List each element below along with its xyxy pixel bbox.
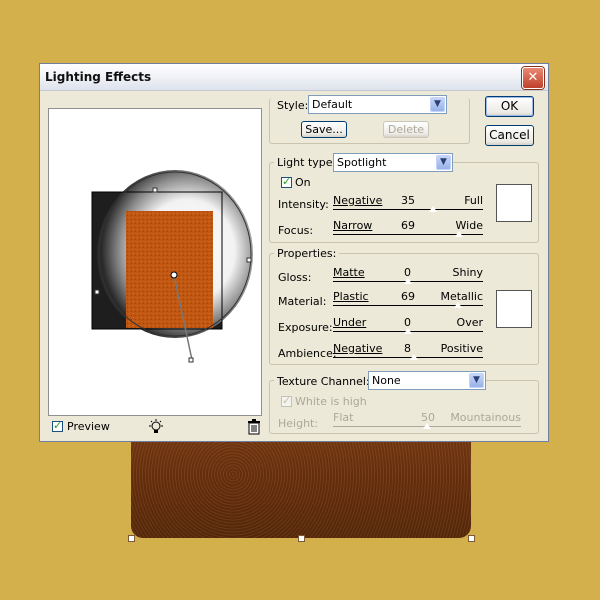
close-button[interactable]: ✕ [522,67,544,89]
save-style-button[interactable]: Save... [301,121,347,138]
intensity-thumb[interactable] [428,205,438,213]
lighting-effects-dialog: Lighting Effects ✕ ✓ Preview Style: Defa… [39,63,549,442]
cancel-button[interactable]: Cancel [485,125,534,146]
material-thumb[interactable] [453,301,463,309]
title-bar[interactable]: Lighting Effects ✕ [40,64,548,91]
cancel-label: Cancel [489,128,530,142]
light-type-select-value: Spotlight [337,156,387,169]
exposure-thumb[interactable] [403,327,413,335]
gloss-label: Gloss: [278,271,312,284]
ambient-color-swatch[interactable] [496,290,532,328]
ok-button[interactable]: OK [485,96,534,117]
light-type-label: Light type: [274,156,340,169]
light-color-swatch[interactable] [496,184,532,222]
preview-pane[interactable] [48,108,262,416]
style-select[interactable]: Default ▼ [308,95,447,114]
material-value: 69 [401,290,415,303]
height-thumb[interactable] [422,422,432,430]
intensity-label: Intensity: [278,198,329,211]
chevron-down-icon: ▼ [436,155,451,170]
light-type-select[interactable]: Spotlight ▼ [333,153,453,172]
close-icon: ✕ [527,70,539,85]
intensity-min-label: Negative [333,194,383,207]
save-style-label: Save... [305,123,343,136]
properties-label: Properties: [274,247,340,260]
selection-handle-right[interactable] [468,535,475,542]
texture-channel-value: None [372,374,401,387]
light-preview-image[interactable] [49,109,261,415]
gloss-thumb[interactable] [403,277,413,285]
ambience-max-label: Positive [440,342,483,355]
texture-channel-select[interactable]: None ▼ [368,371,486,390]
intensity-track [333,209,483,210]
intensity-slider[interactable]: Negative 35 Full [333,194,483,214]
focus-label: Focus: [278,224,314,237]
focus-thumb[interactable] [454,230,464,238]
chevron-down-icon: ▼ [430,97,445,112]
exposure-slider[interactable]: Under 0 Over [333,316,483,336]
trash-icon[interactable] [247,419,261,435]
delete-style-button[interactable]: Delete [383,121,429,138]
gloss-min-label: Matte [333,266,365,279]
style-label: Style: [277,99,309,112]
texture-channel-label: Texture Channel: [274,375,373,388]
height-slider[interactable]: Flat 50 Mountainous [333,411,521,431]
focus-min-label: Narrow [333,219,373,232]
material-label: Material: [278,295,327,308]
chevron-down-icon: ▼ [469,373,484,388]
canvas-texture-image [131,432,471,538]
white-is-high-checkbox[interactable] [281,394,292,407]
selection-handle-center[interactable] [298,535,305,542]
ambience-track [333,357,483,358]
exposure-min-label: Under [333,316,367,329]
height-max-label: Mountainous [450,411,521,424]
gloss-max-label: Shiny [452,266,484,279]
dialog-title: Lighting Effects [45,70,152,84]
ok-label: OK [500,99,519,113]
light-on-checkbox[interactable] [281,175,292,188]
material-min-label: Plastic [333,290,369,303]
preview-label: Preview [67,420,110,433]
ambience-min-label: Negative [333,342,383,355]
selection-handle-left[interactable] [128,535,135,542]
ambience-label: Ambience: [278,347,337,360]
delete-style-label: Delete [387,123,425,136]
focus-value: 69 [401,219,415,232]
intensity-max-label: Full [464,194,483,207]
exposure-label: Exposure: [278,321,333,334]
ambience-thumb[interactable] [409,353,419,361]
height-label: Height: [278,417,319,430]
exposure-max-label: Over [456,316,483,329]
preview-checkbox[interactable] [52,419,63,432]
light-on-label: On [295,176,311,189]
light-bulb-icon[interactable] [148,419,164,435]
focus-slider[interactable]: Narrow 69 Wide [333,219,483,239]
white-is-high-label: White is high [295,395,367,408]
material-slider[interactable]: Plastic 69 Metallic [333,290,483,310]
style-select-value: Default [312,98,353,111]
ambience-slider[interactable]: Negative 8 Positive [333,342,483,362]
height-min-label: Flat [333,411,354,424]
gloss-slider[interactable]: Matte 0 Shiny [333,266,483,286]
intensity-value: 35 [401,194,415,207]
